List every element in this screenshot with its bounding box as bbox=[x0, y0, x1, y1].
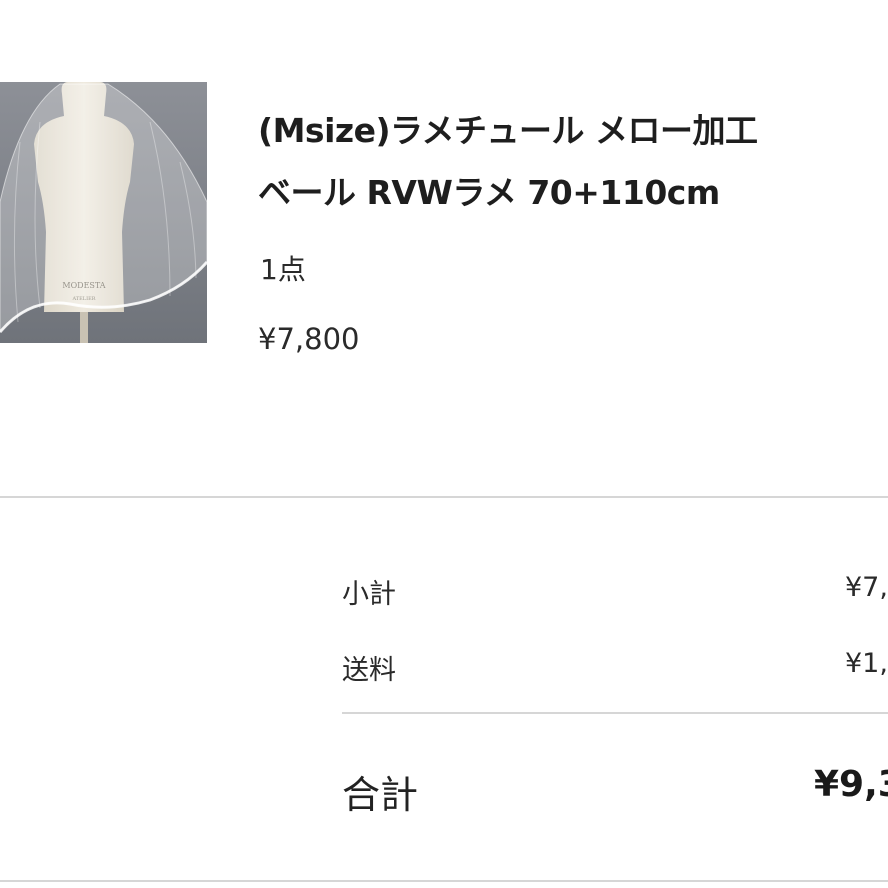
product-quantity: 1点 bbox=[260, 253, 306, 286]
shipping-label: 送料 bbox=[342, 655, 396, 686]
product-title-line-2: ベール RVWラメ 70+110cm bbox=[258, 173, 720, 212]
product-title[interactable]: (Msize)ラメチュール メロー加工 ベール RVWラメ 70+110cm bbox=[258, 100, 888, 224]
summary-divider bbox=[342, 712, 888, 714]
bottom-divider bbox=[0, 880, 888, 882]
subtotal-value: ¥7, bbox=[845, 572, 888, 603]
section-divider bbox=[0, 496, 888, 498]
total-value: ¥9,3 bbox=[814, 764, 888, 805]
product-price: ¥7,800 bbox=[258, 322, 360, 356]
total-label: 合計 bbox=[342, 773, 419, 817]
product-title-line-1: (Msize)ラメチュール メロー加工 bbox=[258, 111, 758, 150]
shipping-value: ¥1, bbox=[845, 648, 888, 679]
subtotal-label: 小計 bbox=[342, 579, 396, 610]
subtotal-row: 小計 ¥7, bbox=[342, 572, 888, 612]
total-row: 合計 ¥9,3 bbox=[342, 764, 888, 817]
shipping-row: 送料 ¥1, bbox=[342, 648, 888, 688]
product-image[interactable]: MODESTA ATELIER bbox=[0, 82, 207, 343]
veil-photo: MODESTA ATELIER bbox=[0, 82, 207, 343]
